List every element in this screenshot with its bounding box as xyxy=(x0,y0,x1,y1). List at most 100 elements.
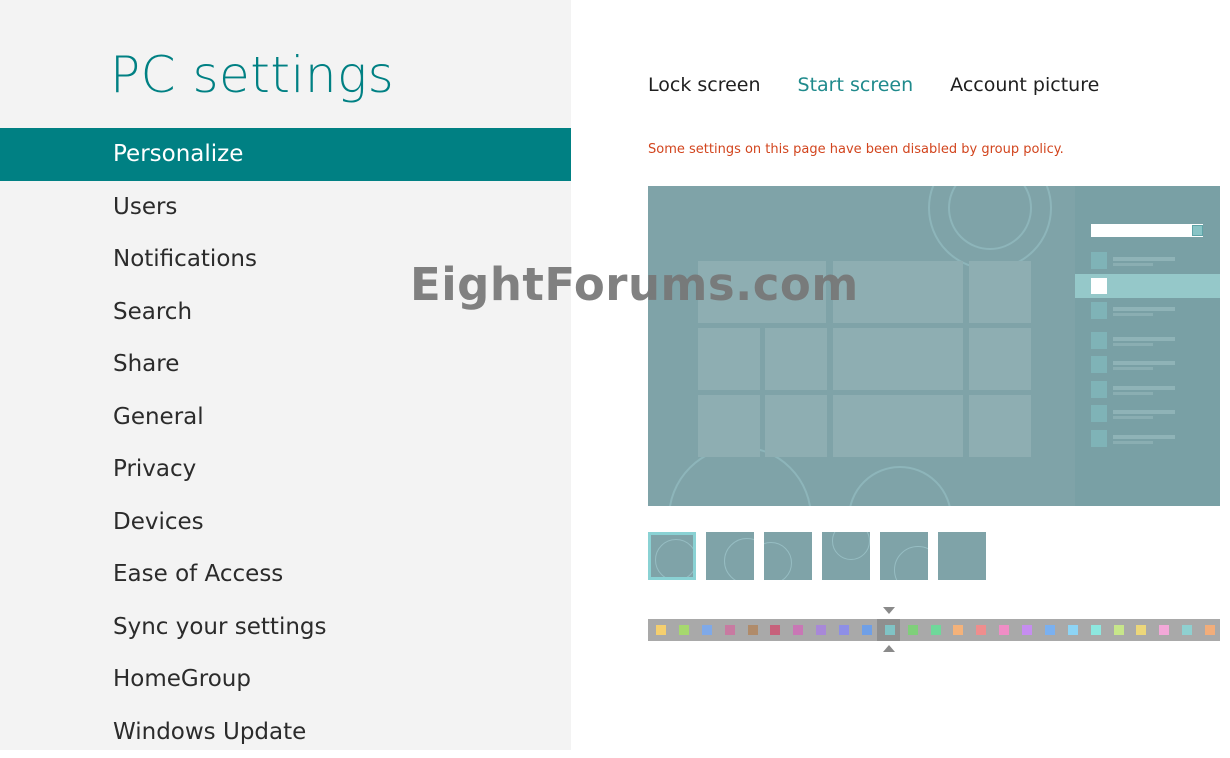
app-list-item-selected xyxy=(1075,274,1220,298)
color-chip xyxy=(1022,625,1032,635)
color-scheme-picker xyxy=(648,619,1220,641)
color-chip xyxy=(1136,625,1146,635)
search-button-preview xyxy=(1192,225,1203,236)
color-chip xyxy=(816,625,826,635)
color-chip xyxy=(862,625,872,635)
tile xyxy=(833,328,963,390)
app-list-item xyxy=(1091,332,1203,349)
color-swatch[interactable] xyxy=(648,619,671,641)
navigation-pane: PC settings Personalize Users Notificati… xyxy=(0,0,571,750)
color-chip xyxy=(1045,625,1055,635)
color-swatch[interactable] xyxy=(900,619,923,641)
color-swatch[interactable] xyxy=(1037,619,1060,641)
color-swatch[interactable] xyxy=(1128,619,1151,641)
color-swatch[interactable] xyxy=(717,619,740,641)
group-policy-notice: Some settings on this page have been dis… xyxy=(648,142,1064,157)
color-chip xyxy=(999,625,1009,635)
color-chip xyxy=(702,625,712,635)
start-screen-preview xyxy=(648,186,1220,506)
tile xyxy=(698,328,760,390)
tab-start-screen[interactable]: Start screen xyxy=(798,74,914,96)
color-swatch[interactable] xyxy=(785,619,808,641)
color-swatch[interactable] xyxy=(1151,619,1174,641)
color-chip xyxy=(1091,625,1101,635)
nav-item-personalize[interactable]: Personalize xyxy=(0,128,571,181)
color-swatch[interactable] xyxy=(968,619,991,641)
app-list-item xyxy=(1091,381,1203,398)
tile xyxy=(765,395,827,457)
background-thumb-4[interactable] xyxy=(822,532,870,580)
nav-item-sync-settings[interactable]: Sync your settings xyxy=(0,601,571,654)
app-list-item xyxy=(1091,405,1203,422)
nav-item-homegroup[interactable]: HomeGroup xyxy=(0,653,571,706)
color-chip xyxy=(1159,625,1169,635)
tile xyxy=(969,328,1031,390)
background-thumb-1[interactable] xyxy=(648,532,696,580)
nav-item-general[interactable]: General xyxy=(0,391,571,444)
nav-item-share[interactable]: Share xyxy=(0,338,571,391)
search-box-preview xyxy=(1091,224,1203,237)
color-swatch[interactable] xyxy=(945,619,968,641)
app-list-item xyxy=(1091,356,1203,373)
color-chip xyxy=(885,625,895,635)
page-title: PC settings xyxy=(110,46,394,104)
nav-item-windows-update[interactable]: Windows Update xyxy=(0,706,571,758)
color-chip xyxy=(953,625,963,635)
color-chip xyxy=(908,625,918,635)
color-chip xyxy=(725,625,735,635)
color-swatch[interactable] xyxy=(671,619,694,641)
color-chip xyxy=(770,625,780,635)
color-swatch[interactable] xyxy=(1083,619,1106,641)
color-swatch[interactable] xyxy=(1106,619,1129,641)
color-swatch[interactable] xyxy=(694,619,717,641)
settings-nav: Personalize Users Notifications Search S… xyxy=(0,128,571,758)
color-swatch[interactable] xyxy=(1197,619,1220,641)
color-swatch[interactable] xyxy=(831,619,854,641)
color-chip xyxy=(976,625,986,635)
color-chip xyxy=(839,625,849,635)
color-swatch[interactable] xyxy=(854,619,877,641)
color-swatch[interactable] xyxy=(1174,619,1197,641)
color-swatch[interactable] xyxy=(1014,619,1037,641)
background-thumb-2[interactable] xyxy=(706,532,754,580)
tile xyxy=(969,395,1031,457)
app-list-item xyxy=(1091,302,1203,319)
nav-item-devices[interactable]: Devices xyxy=(0,496,571,549)
tile xyxy=(698,395,760,457)
color-chip xyxy=(1114,625,1124,635)
nav-item-ease-of-access[interactable]: Ease of Access xyxy=(0,548,571,601)
color-chip xyxy=(1205,625,1215,635)
color-chip xyxy=(1068,625,1078,635)
color-chip xyxy=(931,625,941,635)
background-thumb-6[interactable] xyxy=(938,532,986,580)
color-chip xyxy=(748,625,758,635)
color-swatch[interactable] xyxy=(762,619,785,641)
personalize-tabs: Lock screen Start screen Account picture xyxy=(648,74,1099,96)
nav-item-privacy[interactable]: Privacy xyxy=(0,443,571,496)
nav-item-users[interactable]: Users xyxy=(0,181,571,234)
tile xyxy=(765,328,827,390)
tile xyxy=(833,395,963,457)
color-chip xyxy=(679,625,689,635)
tab-account-picture[interactable]: Account picture xyxy=(950,74,1099,96)
color-swatch[interactable] xyxy=(808,619,831,641)
app-list-item xyxy=(1091,430,1203,447)
watermark: EightForums.com xyxy=(410,258,859,311)
tile xyxy=(969,261,1031,323)
color-selection-marker-bottom xyxy=(883,645,895,652)
color-swatch[interactable] xyxy=(923,619,946,641)
background-pattern-circle xyxy=(848,466,952,506)
color-chip xyxy=(1182,625,1192,635)
color-swatch[interactable] xyxy=(991,619,1014,641)
search-pane-preview xyxy=(1075,186,1220,506)
color-selection-marker-top xyxy=(883,607,895,614)
color-chip xyxy=(656,625,666,635)
color-swatch[interactable] xyxy=(740,619,763,641)
color-swatch[interactable] xyxy=(877,619,900,641)
background-pattern-picker xyxy=(648,532,986,580)
tab-lock-screen[interactable]: Lock screen xyxy=(648,74,761,96)
background-thumb-3[interactable] xyxy=(764,532,812,580)
color-chip xyxy=(793,625,803,635)
color-swatch[interactable] xyxy=(1060,619,1083,641)
background-thumb-5[interactable] xyxy=(880,532,928,580)
